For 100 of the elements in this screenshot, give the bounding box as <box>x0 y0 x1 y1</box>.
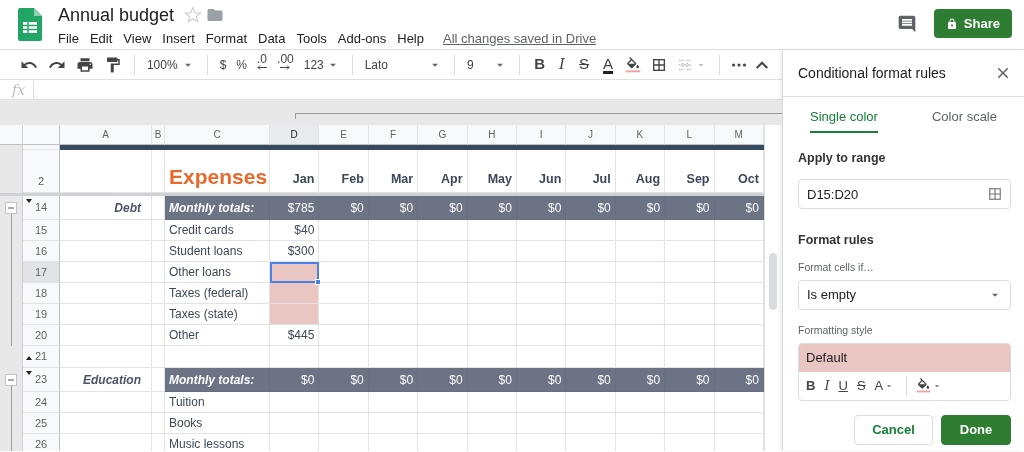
row-header[interactable]: 15 <box>23 220 60 241</box>
table-cell[interactable] <box>615 283 666 304</box>
comment-icon[interactable] <box>896 13 917 34</box>
table-cell[interactable] <box>615 325 666 346</box>
row-header[interactable]: 14 <box>23 196 60 220</box>
table-cell[interactable] <box>516 220 567 241</box>
collapse-triangle-icon[interactable] <box>26 371 32 375</box>
table-cell[interactable] <box>152 262 165 283</box>
table-cell[interactable] <box>566 283 616 304</box>
condition-dropdown[interactable]: Is empty <box>798 279 1011 310</box>
row-header[interactable]: 21 <box>23 346 60 368</box>
row-header[interactable] <box>23 145 60 150</box>
font-dropdown[interactable]: Lato <box>360 52 446 77</box>
table-cell[interactable] <box>714 283 764 304</box>
table-cell[interactable] <box>467 262 517 283</box>
table-cell[interactable] <box>714 220 764 241</box>
collapse-group-button[interactable] <box>5 202 17 214</box>
row-header[interactable]: 23 <box>23 368 60 392</box>
table-cell[interactable] <box>615 392 666 413</box>
table-cell[interactable] <box>152 413 165 434</box>
menu-item[interactable]: Edit <box>89 28 113 50</box>
table-cell[interactable] <box>270 304 320 325</box>
table-cell[interactable] <box>714 262 764 283</box>
column-header[interactable]: B <box>152 125 165 145</box>
table-cell[interactable] <box>418 392 468 413</box>
row-header[interactable]: 25 <box>23 413 60 434</box>
row-header[interactable]: 26 <box>23 434 60 451</box>
table-cell[interactable] <box>319 325 369 346</box>
table-cell[interactable] <box>714 413 764 434</box>
table-cell[interactable] <box>418 262 468 283</box>
table-cell[interactable] <box>152 220 165 241</box>
table-cell[interactable] <box>516 304 567 325</box>
table-cell[interactable]: $445 <box>270 325 320 346</box>
table-cell[interactable] <box>319 304 369 325</box>
cancel-button[interactable]: Cancel <box>854 414 933 445</box>
table-cell[interactable] <box>270 392 320 413</box>
row-header[interactable]: 20 <box>23 325 60 346</box>
style-button[interactable]: U <box>835 371 851 400</box>
table-cell[interactable] <box>665 283 715 304</box>
row-header[interactable]: 18 <box>23 283 60 304</box>
percent-button[interactable]: % <box>232 52 252 77</box>
table-cell[interactable] <box>615 304 666 325</box>
text-style-button[interactable]: I <box>553 52 572 77</box>
scrollbar-thumb[interactable] <box>769 253 777 310</box>
table-cell[interactable] <box>516 325 567 346</box>
table-cell[interactable] <box>467 283 517 304</box>
table-cell[interactable] <box>270 283 320 304</box>
range-field[interactable]: D15:D20 <box>798 179 1011 210</box>
table-cell[interactable] <box>467 241 517 262</box>
table-cell[interactable] <box>665 325 715 346</box>
table-cell[interactable] <box>615 220 666 241</box>
table-cell[interactable] <box>467 220 517 241</box>
corner-cell[interactable] <box>23 125 60 145</box>
table-cell[interactable] <box>60 241 152 262</box>
table-cell[interactable] <box>152 241 165 262</box>
menu-item[interactable]: File <box>58 28 79 50</box>
style-button[interactable]: S <box>853 371 869 400</box>
table-cell[interactable] <box>418 325 468 346</box>
table-cell[interactable] <box>665 413 715 434</box>
column-header[interactable]: A <box>60 125 152 145</box>
table-cell[interactable] <box>467 325 517 346</box>
table-cell[interactable] <box>60 262 152 283</box>
table-cell[interactable] <box>665 392 715 413</box>
table-cell[interactable] <box>418 304 468 325</box>
table-cell[interactable] <box>319 392 369 413</box>
column-header[interactable]: G <box>418 125 468 145</box>
column-header[interactable]: I <box>516 125 567 145</box>
table-cell[interactable] <box>152 346 165 368</box>
table-cell[interactable] <box>60 304 152 325</box>
menu-item[interactable]: Insert <box>162 28 195 50</box>
table-cell[interactable] <box>665 220 715 241</box>
table-cell[interactable] <box>714 325 764 346</box>
table-cell[interactable] <box>516 283 567 304</box>
share-button[interactable]: Share <box>933 9 1012 38</box>
column-header[interactable]: H <box>467 125 517 145</box>
text-style-button[interactable]: S <box>573 52 596 77</box>
row-header[interactable]: 17 <box>23 262 60 283</box>
table-cell[interactable] <box>714 304 764 325</box>
done-button[interactable]: Done <box>941 414 1011 445</box>
style-button[interactable]: I <box>821 371 833 400</box>
table-cell[interactable] <box>270 262 320 283</box>
text-style-button[interactable]: B <box>528 52 552 77</box>
zoom-dropdown[interactable]: 100% <box>142 52 199 77</box>
table-cell[interactable] <box>60 283 152 304</box>
table-cell[interactable] <box>467 304 517 325</box>
row-header[interactable]: 2 <box>23 150 60 193</box>
table-cell[interactable] <box>615 413 666 434</box>
table-cell[interactable] <box>516 413 567 434</box>
text-style-button[interactable]: A <box>597 52 620 77</box>
table-cell[interactable] <box>566 325 616 346</box>
increase-decimals-button[interactable]: .00 <box>273 52 298 77</box>
number-format-dropdown[interactable]: 123 <box>299 52 344 77</box>
table-cell[interactable]: $40 <box>270 220 320 241</box>
table-cell[interactable] <box>516 241 567 262</box>
folder-icon[interactable] <box>206 6 225 24</box>
table-cell[interactable] <box>152 325 165 346</box>
row-header[interactable]: 24 <box>23 392 60 413</box>
table-cell[interactable] <box>665 241 715 262</box>
menu-item[interactable]: Add-ons <box>337 28 387 50</box>
column-header[interactable]: E <box>319 125 369 145</box>
